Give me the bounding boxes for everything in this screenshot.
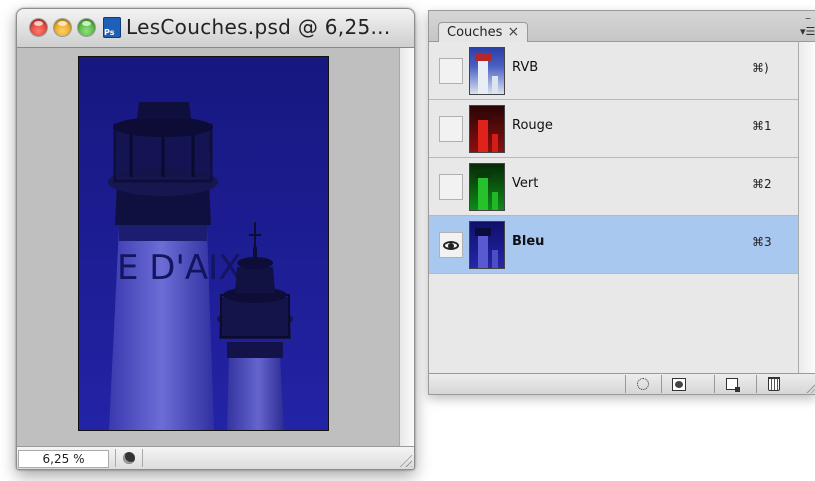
panel-header[interactable]: Couches × – ▾☰ [429, 11, 815, 42]
document-statusbar: 6,25 % [17, 446, 414, 469]
resize-grip-icon[interactable] [398, 453, 412, 467]
channel-name: Bleu [512, 234, 545, 249]
minimize-window-button[interactable] [54, 19, 71, 36]
tab-close-icon[interactable]: × [507, 23, 519, 42]
lighthouse-inscription: E D'AIX [117, 248, 241, 288]
load-selection-icon [637, 378, 649, 390]
panel-collapse-icon[interactable]: – [805, 11, 811, 25]
channels-panel: Couches × – ▾☰ RVB ⌘) Rouge ⌘1 Vert ⌘2 B… [428, 10, 815, 395]
document-image[interactable]: E D'AIX [78, 56, 329, 431]
vertical-scrollbar[interactable] [399, 48, 414, 447]
load-selection-button[interactable] [625, 375, 660, 393]
channel-name: RVB [512, 60, 539, 75]
visibility-toggle[interactable] [439, 232, 463, 258]
save-selection-button[interactable] [661, 375, 696, 393]
status-info-button[interactable] [115, 449, 143, 467]
channel-row-bleu[interactable]: Bleu ⌘3 [429, 216, 799, 274]
tab-channels[interactable]: Couches × [438, 22, 529, 42]
eye-icon [443, 240, 459, 250]
channel-row-vert[interactable]: Vert ⌘2 [429, 158, 799, 216]
panel-scrollbar[interactable] [798, 42, 815, 374]
zoom-window-button[interactable] [78, 19, 95, 36]
channel-thumbnail [469, 105, 505, 153]
channel-shortcut: ⌘2 [752, 177, 772, 191]
lighthouse-image: E D'AIX [79, 57, 328, 430]
channel-thumbnail [469, 47, 505, 95]
channel-thumbnail [469, 221, 505, 269]
channel-name: Rouge [512, 118, 553, 133]
delete-channel-button[interactable] [756, 375, 791, 393]
channel-row-rvb[interactable]: RVB ⌘) [429, 42, 799, 100]
channel-shortcut: ⌘3 [752, 235, 772, 249]
visibility-toggle[interactable] [439, 58, 463, 84]
visibility-toggle[interactable] [439, 116, 463, 142]
channels-list-empty-area [429, 274, 799, 374]
panel-resize-grip-icon[interactable] [805, 383, 815, 393]
panel-menu-icon[interactable]: ▾☰ [800, 26, 815, 38]
zoom-level-field[interactable]: 6,25 % [18, 450, 109, 468]
save-selection-icon [672, 377, 686, 391]
panel-footer [429, 373, 815, 394]
channel-shortcut: ⌘1 [752, 119, 772, 133]
new-channel-button[interactable] [714, 375, 749, 393]
channel-shortcut: ⌘) [752, 61, 769, 75]
new-channel-icon [726, 378, 740, 392]
trash-icon [768, 377, 780, 391]
channel-name: Vert [512, 176, 539, 191]
app-icon-label: Ps [104, 28, 115, 37]
channel-thumbnail [469, 163, 505, 211]
document-title: LesCouches.psd @ 6,25... [126, 15, 391, 39]
close-window-button[interactable] [30, 19, 47, 36]
tab-channels-label: Couches [447, 25, 503, 40]
visibility-toggle[interactable] [439, 174, 463, 200]
channel-row-rouge[interactable]: Rouge ⌘1 [429, 100, 799, 158]
status-globe-icon [123, 452, 135, 464]
photoshop-file-icon: Ps [103, 17, 121, 38]
document-window: Ps LesCouches.psd @ 6,25... E D'AIX 6,25… [16, 8, 415, 470]
document-titlebar[interactable]: Ps LesCouches.psd @ 6,25... [17, 9, 414, 48]
